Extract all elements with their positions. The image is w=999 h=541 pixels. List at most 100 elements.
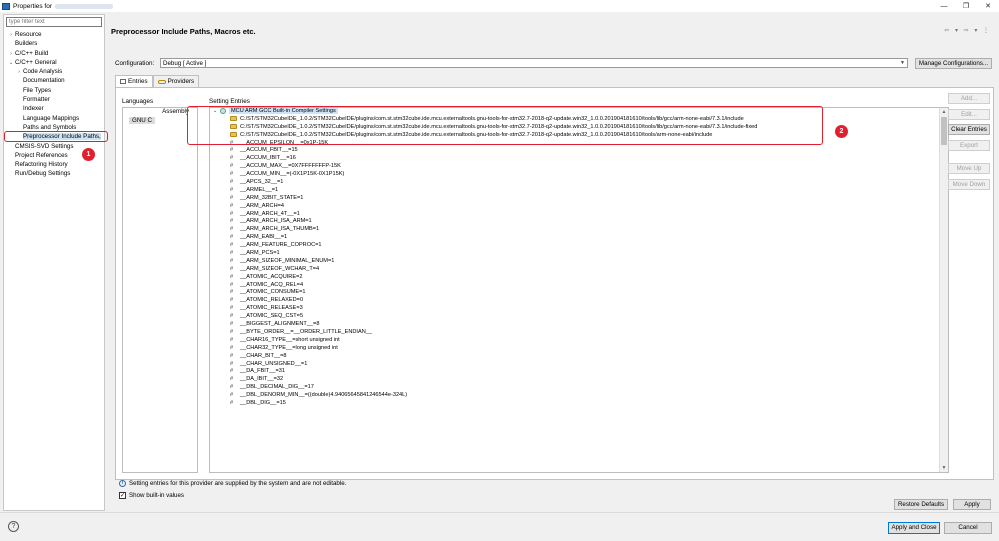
setting-entries-tree[interactable]: ⌄ MCU ARM GCC Built-in Compiler Settings C… bbox=[209, 107, 949, 473]
macro-row[interactable]: # __ATOMIC_SEQ_CST=5 bbox=[210, 313, 948, 321]
hash-icon: # bbox=[230, 305, 234, 312]
move-up-button[interactable]: Move Up bbox=[948, 163, 990, 174]
macro-row[interactable]: # __ATOMIC_ACQUIRE=2 bbox=[210, 274, 948, 282]
apply-button[interactable]: Apply bbox=[953, 499, 991, 510]
macro-text: __APCS_32__=1 bbox=[240, 179, 284, 186]
scroll-down-icon[interactable]: ▼ bbox=[940, 464, 948, 472]
macro-row[interactable]: # __ACCUM_MIN__=(-0X1P15K-0X1P15K) bbox=[210, 171, 948, 179]
macro-row[interactable]: # __DBL_DIG__=15 bbox=[210, 400, 948, 408]
tree-item[interactable]: Documentation bbox=[4, 76, 104, 85]
tab-entries-label: Entries bbox=[128, 77, 148, 85]
manage-configurations-button[interactable]: Manage Configurations... bbox=[915, 58, 992, 69]
title-bar: Properties for — ❐ ✕ bbox=[0, 0, 999, 12]
show-builtin-checkbox[interactable]: ✓ bbox=[119, 492, 126, 499]
macro-text: __ARM_PCS=1 bbox=[240, 250, 280, 257]
scroll-thumb[interactable] bbox=[941, 117, 947, 145]
export-button[interactable]: Export bbox=[948, 140, 990, 151]
macro-row[interactable]: # __ARM_SIZEOF_WCHAR_T=4 bbox=[210, 266, 948, 274]
macro-row[interactable]: # __ARM_ARCH=4 bbox=[210, 203, 948, 211]
tree-item-label: Formatter bbox=[23, 96, 50, 104]
close-button[interactable]: ✕ bbox=[977, 0, 999, 12]
tree-item[interactable]: Indexer bbox=[4, 104, 104, 113]
macro-row[interactable]: # __ARMEL__=1 bbox=[210, 187, 948, 195]
macro-row[interactable]: # __CHAR16_TYPE__=short unsigned int bbox=[210, 337, 948, 345]
hash-icon: # bbox=[230, 328, 234, 335]
macro-row[interactable]: # __ATOMIC_CONSUME=1 bbox=[210, 289, 948, 297]
macro-row[interactable]: # __ATOMIC_RELAXED=0 bbox=[210, 297, 948, 305]
macro-row[interactable]: # __ACCUM_FBIT__=15 bbox=[210, 147, 948, 155]
tree-item[interactable]: Run/Debug Settings bbox=[4, 169, 104, 178]
macro-row[interactable]: # __ATOMIC_RELEASE=3 bbox=[210, 305, 948, 313]
macro-row[interactable]: # __CHAR32_TYPE__=long unsigned int bbox=[210, 345, 948, 353]
filter-input[interactable] bbox=[6, 17, 102, 27]
macro-text: __ARMEL__=1 bbox=[240, 186, 279, 193]
edit-button[interactable]: Edit... bbox=[948, 109, 990, 120]
macro-row[interactable]: # __ARM_ARCH_ISA_THUMB=1 bbox=[210, 226, 948, 234]
tree-item[interactable]: ⌄ C/C++ General bbox=[4, 58, 104, 67]
macro-row[interactable]: # __CHAR_BIT__=8 bbox=[210, 353, 948, 361]
hash-icon: # bbox=[230, 321, 234, 328]
scroll-up-icon[interactable]: ▲ bbox=[940, 108, 948, 116]
tree-item[interactable]: Language Mappings bbox=[4, 114, 104, 123]
tree-item[interactable]: › C/C++ Build bbox=[4, 49, 104, 58]
macro-row[interactable]: # __DBL_DECIMAL_DIG__=17 bbox=[210, 384, 948, 392]
hash-icon: # bbox=[230, 179, 234, 186]
macro-row[interactable]: # __ARM_EABI__=1 bbox=[210, 234, 948, 242]
hash-icon: # bbox=[230, 186, 234, 193]
macro-row[interactable]: # __ARM_ARCH_4T__=1 bbox=[210, 211, 948, 219]
macro-text: __ATOMIC_CONSUME=1 bbox=[240, 289, 306, 296]
tree-item[interactable]: Refactoring History bbox=[4, 160, 104, 169]
tree-item[interactable]: Builders bbox=[4, 39, 104, 48]
language-item-assembly[interactable]: Assembly bbox=[123, 108, 197, 117]
macro-text: __ARM_FEATURE_COPROC=1 bbox=[240, 242, 322, 249]
macro-row[interactable]: # __ARM_PCS=1 bbox=[210, 250, 948, 258]
macro-text: __DBL_DECIMAL_DIG__=17 bbox=[240, 384, 314, 391]
history-nav-icons[interactable]: ⇦ ▾ ⇨ ▾ ⋮ bbox=[944, 27, 991, 34]
macro-row[interactable]: # __ARM_FEATURE_COPROC=1 bbox=[210, 242, 948, 250]
macro-text: __ACCUM_MAX__=0X7FFFFFFFP-15K bbox=[240, 163, 341, 170]
hash-icon: # bbox=[230, 360, 234, 367]
clear-entries-button[interactable]: Clear Entries bbox=[948, 124, 990, 135]
languages-list[interactable]: Assembly GNU C bbox=[122, 107, 198, 473]
annotation-highlight-left bbox=[4, 131, 108, 142]
hash-icon: # bbox=[230, 257, 234, 264]
hash-icon: # bbox=[230, 336, 234, 343]
restore-button[interactable]: ❐ bbox=[955, 0, 977, 12]
macro-row[interactable]: # __CHAR_UNSIGNED__=1 bbox=[210, 361, 948, 369]
macro-row[interactable]: # __DA_FBIT__=31 bbox=[210, 368, 948, 376]
tab-bar: Entries Providers bbox=[115, 75, 200, 87]
language-item-gnu-c[interactable]: GNU C bbox=[123, 116, 197, 126]
hash-icon: # bbox=[230, 218, 234, 225]
macro-row[interactable]: # __ARM_ARCH_ISA_ARM=1 bbox=[210, 218, 948, 226]
tree-item[interactable]: Formatter bbox=[4, 95, 104, 104]
tab-providers[interactable]: Providers bbox=[152, 75, 200, 87]
configuration-select[interactable]: Debug [ Active ] ▼ bbox=[160, 58, 908, 68]
macro-row[interactable]: # __ACCUM_MAX__=0X7FFFFFFFP-15K bbox=[210, 163, 948, 171]
tree-item[interactable]: › Code Analysis bbox=[4, 67, 104, 76]
macro-row[interactable]: # __APCS_32__=1 bbox=[210, 179, 948, 187]
add-button[interactable]: Add... bbox=[948, 93, 990, 104]
macro-row[interactable]: # __DBL_DENORM_MIN__=((double)4.940656458… bbox=[210, 392, 948, 400]
tree-item[interactable]: › Resource bbox=[4, 30, 104, 39]
show-builtin-row[interactable]: ✓ Show built-in values bbox=[119, 492, 184, 499]
help-icon[interactable]: ? bbox=[8, 521, 19, 532]
hash-icon: # bbox=[230, 194, 234, 201]
hash-icon: # bbox=[230, 368, 234, 375]
vertical-scrollbar[interactable]: ▲ ▼ bbox=[939, 108, 948, 472]
minimize-button[interactable]: — bbox=[933, 0, 955, 12]
macro-row[interactable]: # __ACCUM_IBIT__=16 bbox=[210, 155, 948, 163]
macro-row[interactable]: # __ATOMIC_ACQ_REL=4 bbox=[210, 282, 948, 290]
macro-text: __ARM_ARCH_4T__=1 bbox=[240, 210, 300, 217]
tree-item-label: Indexer bbox=[23, 105, 44, 113]
apply-and-close-button[interactable]: Apply and Close bbox=[888, 522, 940, 534]
cancel-button[interactable]: Cancel bbox=[944, 522, 992, 534]
macro-row[interactable]: # __ARM_32BIT_STATE=1 bbox=[210, 195, 948, 203]
macro-row[interactable]: # __DA_IBIT__=32 bbox=[210, 376, 948, 384]
restore-defaults-button[interactable]: Restore Defaults bbox=[894, 499, 948, 510]
macro-row[interactable]: # __BIGGEST_ALIGNMENT__=8 bbox=[210, 321, 948, 329]
macro-row[interactable]: # __ARM_SIZEOF_MINIMAL_ENUM=1 bbox=[210, 258, 948, 266]
macro-row[interactable]: # __BYTE_ORDER__=__ORDER_LITTLE_ENDIAN__ bbox=[210, 329, 948, 337]
tree-item[interactable]: File Types bbox=[4, 86, 104, 95]
move-down-button[interactable]: Move Down bbox=[948, 179, 990, 190]
tab-entries[interactable]: Entries bbox=[115, 75, 153, 87]
